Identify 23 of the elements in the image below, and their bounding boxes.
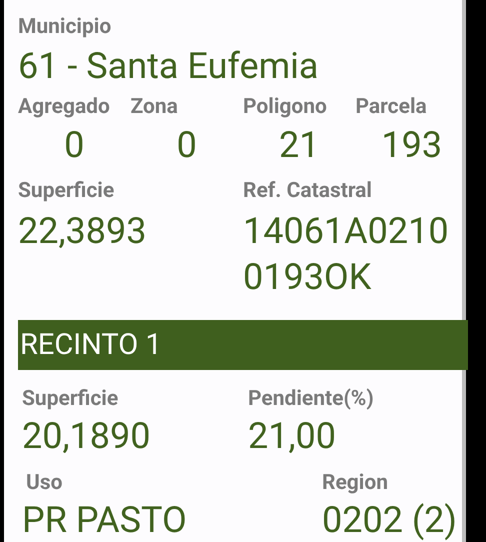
field-label: Poligono — [243, 94, 327, 121]
field-value: PR PASTO — [22, 498, 187, 542]
field-label: Municipio — [18, 14, 112, 41]
field-value: 0 — [64, 123, 84, 168]
field-label: Region — [322, 470, 388, 497]
field-label: Pendiente(%) — [248, 386, 374, 413]
field-label: Ref. Catastral — [243, 178, 372, 205]
field-value: 193 — [381, 123, 442, 168]
field-label: Superficie — [22, 386, 118, 413]
field-label: Zona — [130, 94, 178, 121]
field-value: 20,1890 — [22, 414, 150, 458]
field-value: 21 — [279, 123, 320, 168]
field-value: 22,3893 — [18, 209, 146, 254]
field-label: Agregado — [18, 94, 110, 121]
section-header: RECINTO 1 — [18, 320, 468, 370]
field-value: 14061A02100193OK — [243, 209, 450, 300]
field-value: 0 — [176, 123, 197, 168]
field-label: Uso — [25, 470, 62, 497]
field-label: Parcela — [356, 94, 427, 121]
field-value: 61 - Santa Eufemia — [18, 44, 318, 88]
field-value: 21,00 — [248, 414, 336, 458]
field-label: Superficie — [18, 178, 114, 205]
field-value: 0202 (2) — [322, 498, 457, 542]
